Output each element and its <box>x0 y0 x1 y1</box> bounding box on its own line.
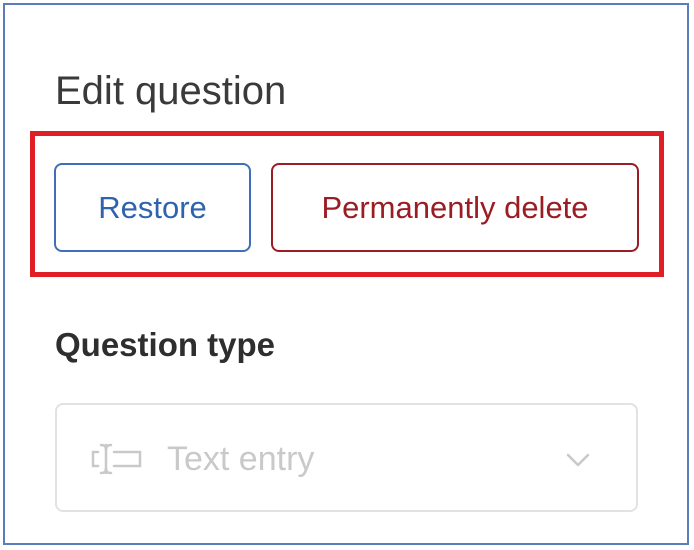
chevron-down-icon <box>566 453 590 467</box>
selected-question-type: Text entry <box>167 440 315 478</box>
text-entry-icon <box>91 443 142 475</box>
question-type-select[interactable]: Text entry <box>55 403 638 512</box>
edit-question-panel: Edit question Restore Permanently delete… <box>3 3 689 545</box>
restore-button[interactable]: Restore <box>54 163 251 252</box>
question-type-label: Question type <box>55 326 276 363</box>
page-title: Edit question <box>55 69 287 113</box>
permanently-delete-button[interactable]: Permanently delete <box>271 163 639 252</box>
